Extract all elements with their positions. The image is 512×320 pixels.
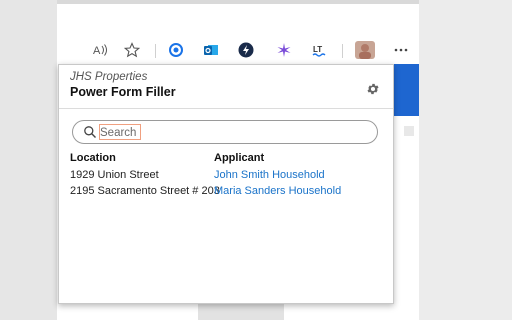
applicant-link[interactable]: John Smith Household	[214, 169, 325, 181]
location-cell: 2195 Sacramento Street # 203	[70, 185, 220, 197]
toolbar-divider	[155, 44, 156, 58]
svg-text:LT: LT	[313, 45, 322, 54]
page-element	[404, 126, 414, 136]
favorites-star-icon[interactable]	[122, 40, 142, 60]
background-left	[0, 0, 57, 320]
search-icon	[84, 126, 96, 138]
lt-extension-icon[interactable]: LT	[310, 40, 330, 60]
location-cell: 1929 Union Street	[70, 169, 159, 181]
browser-toolbar: A LT	[57, 36, 419, 64]
read-aloud-icon[interactable]: A	[90, 40, 110, 60]
search-box[interactable]	[72, 120, 378, 144]
tab-strip-edge	[57, 0, 419, 4]
header-divider	[59, 108, 393, 109]
page-header-band	[394, 64, 419, 116]
column-header-applicant: Applicant	[214, 152, 265, 164]
bolt-extension-icon[interactable]	[236, 40, 256, 60]
toolbar-divider	[342, 44, 343, 58]
org-name: JHS Properties	[70, 71, 148, 83]
applicant-link[interactable]: Maria Sanders Household	[214, 185, 341, 197]
extension-circle-icon[interactable]	[166, 40, 186, 60]
sparkle-extension-icon[interactable]	[274, 40, 294, 60]
extension-popup: JHS Properties Power Form Filler Locatio…	[58, 64, 394, 304]
outlook-icon[interactable]	[201, 40, 221, 60]
profile-avatar[interactable]	[354, 40, 376, 60]
more-menu-icon[interactable]	[391, 40, 411, 60]
svg-text:A: A	[93, 45, 101, 57]
column-header-location: Location	[70, 152, 116, 164]
gear-icon[interactable]	[363, 79, 383, 99]
popup-title: Power Form Filler	[70, 85, 176, 99]
search-input[interactable]	[100, 125, 220, 140]
page-column	[198, 303, 284, 320]
